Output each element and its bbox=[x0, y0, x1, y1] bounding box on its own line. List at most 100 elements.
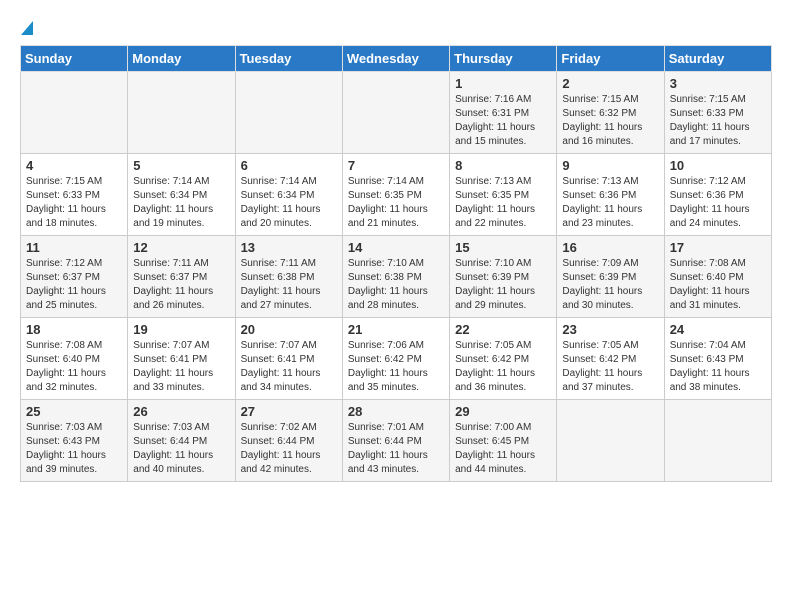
calendar-cell: 14 Sunrise: 7:10 AM Sunset: 6:38 PM Dayli… bbox=[342, 236, 449, 318]
day-info: Sunrise: 7:05 AM Sunset: 6:42 PM Dayligh… bbox=[455, 339, 551, 395]
day-info: Sunrise: 7:05 AM Sunset: 6:42 PM Dayligh… bbox=[562, 339, 658, 395]
calendar-cell: 20 Sunrise: 7:07 AM Sunset: 6:41 PM Dayli… bbox=[235, 318, 342, 400]
day-number: 8 bbox=[455, 158, 551, 173]
day-info: Sunrise: 7:03 AM Sunset: 6:44 PM Dayligh… bbox=[133, 421, 229, 477]
calendar-week-1: 1 Sunrise: 7:16 AM Sunset: 6:31 PM Daylig… bbox=[21, 72, 772, 154]
calendar-cell: 24 Sunrise: 7:04 AM Sunset: 6:43 PM Dayli… bbox=[664, 318, 771, 400]
calendar-cell bbox=[342, 72, 449, 154]
day-number: 24 bbox=[670, 322, 766, 337]
day-info: Sunrise: 7:04 AM Sunset: 6:43 PM Dayligh… bbox=[670, 339, 766, 395]
calendar-week-3: 11 Sunrise: 7:12 AM Sunset: 6:37 PM Dayli… bbox=[21, 236, 772, 318]
calendar-cell: 9 Sunrise: 7:13 AM Sunset: 6:36 PM Daylig… bbox=[557, 154, 664, 236]
day-number: 29 bbox=[455, 404, 551, 419]
day-header-thursday: Thursday bbox=[450, 46, 557, 72]
logo bbox=[20, 15, 33, 35]
day-info: Sunrise: 7:09 AM Sunset: 6:39 PM Dayligh… bbox=[562, 257, 658, 313]
calendar-cell: 26 Sunrise: 7:03 AM Sunset: 6:44 PM Dayli… bbox=[128, 400, 235, 482]
day-info: Sunrise: 7:15 AM Sunset: 6:32 PM Dayligh… bbox=[562, 93, 658, 149]
calendar-cell: 17 Sunrise: 7:08 AM Sunset: 6:40 PM Dayli… bbox=[664, 236, 771, 318]
day-info: Sunrise: 7:14 AM Sunset: 6:35 PM Dayligh… bbox=[348, 175, 444, 231]
day-number: 18 bbox=[26, 322, 122, 337]
calendar-cell: 15Sunrise: 7:10 AM Sunset: 6:39 PM Dayli… bbox=[450, 236, 557, 318]
day-header-tuesday: Tuesday bbox=[235, 46, 342, 72]
calendar-cell: 3Sunrise: 7:15 AM Sunset: 6:33 PM Daylig… bbox=[664, 72, 771, 154]
day-number: 10 bbox=[670, 158, 766, 173]
calendar-cell bbox=[664, 400, 771, 482]
calendar-cell: 29 Sunrise: 7:00 AM Sunset: 6:45 PM Dayli… bbox=[450, 400, 557, 482]
page: SundayMondayTuesdayWednesdayThursdayFrid… bbox=[0, 0, 792, 492]
calendar-cell: 18 Sunrise: 7:08 AM Sunset: 6:40 PM Dayli… bbox=[21, 318, 128, 400]
day-info: Sunrise: 7:12 AM Sunset: 6:36 PM Dayligh… bbox=[670, 175, 766, 231]
day-number: 16 bbox=[562, 240, 658, 255]
day-number: 26 bbox=[133, 404, 229, 419]
day-number: 19 bbox=[133, 322, 229, 337]
calendar-cell: 23 Sunrise: 7:05 AM Sunset: 6:42 PM Dayli… bbox=[557, 318, 664, 400]
day-info: Sunrise: 7:08 AM Sunset: 6:40 PM Dayligh… bbox=[26, 339, 122, 395]
calendar-cell: 11 Sunrise: 7:12 AM Sunset: 6:37 PM Dayli… bbox=[21, 236, 128, 318]
calendar-cell: 12Sunrise: 7:11 AM Sunset: 6:37 PM Dayli… bbox=[128, 236, 235, 318]
day-header-sunday: Sunday bbox=[21, 46, 128, 72]
calendar-cell: 10 Sunrise: 7:12 AM Sunset: 6:36 PM Dayli… bbox=[664, 154, 771, 236]
day-info: Sunrise: 7:07 AM Sunset: 6:41 PM Dayligh… bbox=[241, 339, 337, 395]
day-number: 13 bbox=[241, 240, 337, 255]
day-header-wednesday: Wednesday bbox=[342, 46, 449, 72]
day-number: 4 bbox=[26, 158, 122, 173]
day-info: Sunrise: 7:13 AM Sunset: 6:35 PM Dayligh… bbox=[455, 175, 551, 231]
day-info: Sunrise: 7:10 AM Sunset: 6:39 PM Dayligh… bbox=[455, 257, 551, 313]
calendar-cell bbox=[128, 72, 235, 154]
day-number: 11 bbox=[26, 240, 122, 255]
day-info: Sunrise: 7:03 AM Sunset: 6:43 PM Dayligh… bbox=[26, 421, 122, 477]
calendar-cell: 21 Sunrise: 7:06 AM Sunset: 6:42 PM Dayli… bbox=[342, 318, 449, 400]
calendar-cell bbox=[21, 72, 128, 154]
day-number: 23 bbox=[562, 322, 658, 337]
day-info: Sunrise: 7:10 AM Sunset: 6:38 PM Dayligh… bbox=[348, 257, 444, 313]
calendar-cell: 28 Sunrise: 7:01 AM Sunset: 6:44 PM Dayli… bbox=[342, 400, 449, 482]
day-info: Sunrise: 7:02 AM Sunset: 6:44 PM Dayligh… bbox=[241, 421, 337, 477]
day-header-saturday: Saturday bbox=[664, 46, 771, 72]
day-number: 3 bbox=[670, 76, 766, 91]
calendar-week-5: 25 Sunrise: 7:03 AM Sunset: 6:43 PM Dayli… bbox=[21, 400, 772, 482]
day-info: Sunrise: 7:15 AM Sunset: 6:33 PM Dayligh… bbox=[26, 175, 122, 231]
day-info: Sunrise: 7:14 AM Sunset: 6:34 PM Dayligh… bbox=[133, 175, 229, 231]
day-info: Sunrise: 7:01 AM Sunset: 6:44 PM Dayligh… bbox=[348, 421, 444, 477]
day-number: 6 bbox=[241, 158, 337, 173]
calendar-cell: 4 Sunrise: 7:15 AM Sunset: 6:33 PM Daylig… bbox=[21, 154, 128, 236]
calendar-week-4: 18 Sunrise: 7:08 AM Sunset: 6:40 PM Dayli… bbox=[21, 318, 772, 400]
day-number: 1 bbox=[455, 76, 551, 91]
day-info: Sunrise: 7:16 AM Sunset: 6:31 PM Dayligh… bbox=[455, 93, 551, 149]
day-number: 21 bbox=[348, 322, 444, 337]
calendar-cell bbox=[235, 72, 342, 154]
calendar-week-2: 4 Sunrise: 7:15 AM Sunset: 6:33 PM Daylig… bbox=[21, 154, 772, 236]
calendar-cell bbox=[557, 400, 664, 482]
calendar-cell: 8 Sunrise: 7:13 AM Sunset: 6:35 PM Daylig… bbox=[450, 154, 557, 236]
day-number: 5 bbox=[133, 158, 229, 173]
day-number: 14 bbox=[348, 240, 444, 255]
day-info: Sunrise: 7:11 AM Sunset: 6:37 PM Dayligh… bbox=[133, 257, 229, 313]
day-info: Sunrise: 7:06 AM Sunset: 6:42 PM Dayligh… bbox=[348, 339, 444, 395]
day-header-friday: Friday bbox=[557, 46, 664, 72]
day-number: 27 bbox=[241, 404, 337, 419]
calendar-cell: 13Sunrise: 7:11 AM Sunset: 6:38 PM Dayli… bbox=[235, 236, 342, 318]
day-number: 22 bbox=[455, 322, 551, 337]
calendar-cell: 16 Sunrise: 7:09 AM Sunset: 6:39 PM Dayli… bbox=[557, 236, 664, 318]
calendar-cell: 7 Sunrise: 7:14 AM Sunset: 6:35 PM Daylig… bbox=[342, 154, 449, 236]
day-number: 28 bbox=[348, 404, 444, 419]
day-number: 17 bbox=[670, 240, 766, 255]
calendar-cell: 27 Sunrise: 7:02 AM Sunset: 6:44 PM Dayli… bbox=[235, 400, 342, 482]
calendar-cell: 1 Sunrise: 7:16 AM Sunset: 6:31 PM Daylig… bbox=[450, 72, 557, 154]
day-info: Sunrise: 7:00 AM Sunset: 6:45 PM Dayligh… bbox=[455, 421, 551, 477]
day-number: 20 bbox=[241, 322, 337, 337]
day-info: Sunrise: 7:08 AM Sunset: 6:40 PM Dayligh… bbox=[670, 257, 766, 313]
day-number: 25 bbox=[26, 404, 122, 419]
calendar-cell: 2Sunrise: 7:15 AM Sunset: 6:32 PM Daylig… bbox=[557, 72, 664, 154]
calendar-cell: 22 Sunrise: 7:05 AM Sunset: 6:42 PM Dayli… bbox=[450, 318, 557, 400]
calendar-cell: 6Sunrise: 7:14 AM Sunset: 6:34 PM Daylig… bbox=[235, 154, 342, 236]
calendar-cell: 5 Sunrise: 7:14 AM Sunset: 6:34 PM Daylig… bbox=[128, 154, 235, 236]
day-number: 9 bbox=[562, 158, 658, 173]
day-info: Sunrise: 7:13 AM Sunset: 6:36 PM Dayligh… bbox=[562, 175, 658, 231]
day-header-monday: Monday bbox=[128, 46, 235, 72]
calendar-header-row: SundayMondayTuesdayWednesdayThursdayFrid… bbox=[21, 46, 772, 72]
day-info: Sunrise: 7:12 AM Sunset: 6:37 PM Dayligh… bbox=[26, 257, 122, 313]
logo-icon bbox=[21, 15, 33, 35]
day-number: 7 bbox=[348, 158, 444, 173]
